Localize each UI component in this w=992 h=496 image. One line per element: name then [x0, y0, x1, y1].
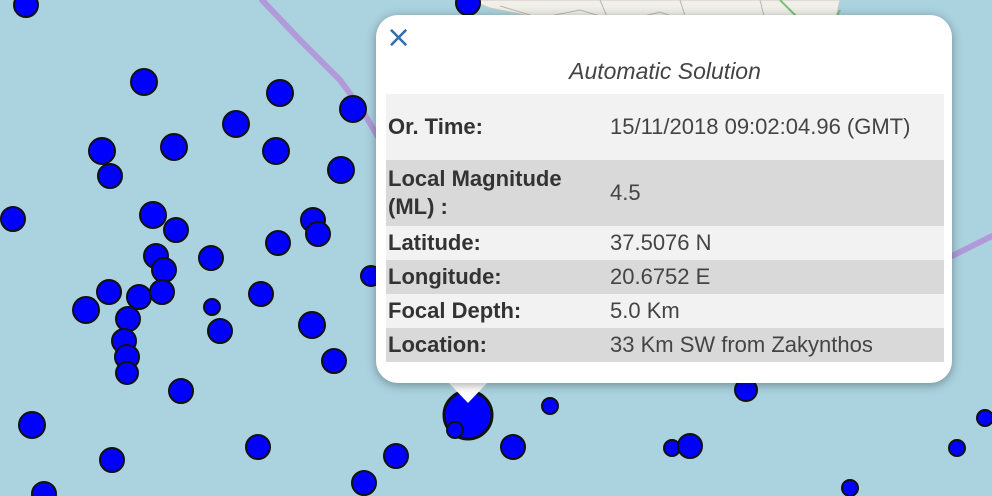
- latitude-label: Latitude:: [386, 226, 608, 260]
- table-row: Or. Time: 15/11/2018 09:02:04.96 (GMT): [386, 94, 944, 160]
- earthquake-marker[interactable]: [841, 479, 859, 496]
- focal-depth-value: 5.0 Km: [608, 294, 944, 328]
- earthquake-marker[interactable]: [446, 421, 464, 439]
- earthquake-marker[interactable]: [245, 434, 271, 460]
- location-value: 33 Km SW from Zakynthos: [608, 328, 944, 362]
- table-row: Longitude: 20.6752 E: [386, 260, 944, 294]
- earthquake-marker[interactable]: [222, 110, 250, 138]
- longitude-label: Longitude:: [386, 260, 608, 294]
- earthquake-marker[interactable]: [383, 443, 409, 469]
- origin-time-label: Or. Time:: [386, 94, 608, 160]
- earthquake-marker[interactable]: [160, 133, 188, 161]
- close-icon[interactable]: ×: [386, 23, 411, 53]
- earthquake-marker[interactable]: [88, 137, 116, 165]
- earthquake-marker[interactable]: [96, 279, 122, 305]
- earthquake-marker[interactable]: [298, 311, 326, 339]
- earthquake-marker[interactable]: [266, 79, 294, 107]
- focal-depth-label: Focal Depth:: [386, 294, 608, 328]
- earthquake-marker[interactable]: [13, 0, 39, 18]
- earthquake-marker[interactable]: [151, 257, 177, 283]
- earthquake-marker[interactable]: [163, 217, 189, 243]
- popup-title: Automatic Solution: [569, 58, 761, 84]
- earthquake-marker[interactable]: [126, 284, 152, 310]
- earthquake-marker[interactable]: [99, 447, 125, 473]
- earthquake-marker[interactable]: [115, 361, 139, 385]
- earthquake-marker[interactable]: [305, 221, 331, 247]
- latitude-value: 37.5076 N: [608, 226, 944, 260]
- earthquake-marker[interactable]: [500, 434, 526, 460]
- earthquake-marker[interactable]: [0, 206, 26, 232]
- earthquake-marker[interactable]: [207, 318, 233, 344]
- earthquake-marker[interactable]: [72, 296, 100, 324]
- earthquake-marker[interactable]: [321, 348, 347, 374]
- earthquake-marker[interactable]: [339, 95, 367, 123]
- magnitude-value: 4.5: [608, 160, 944, 226]
- earthquake-marker[interactable]: [248, 281, 274, 307]
- magnitude-label: Local Magnitude (ML) :: [386, 160, 608, 226]
- earthquake-marker[interactable]: [265, 230, 291, 256]
- earthquake-marker[interactable]: [31, 481, 57, 496]
- maritime-border-line-east: [949, 233, 992, 259]
- earthquake-marker[interactable]: [351, 470, 377, 496]
- table-row: Latitude: 37.5076 N: [386, 226, 944, 260]
- earthquake-marker[interactable]: [262, 137, 290, 165]
- event-info-table: Or. Time: 15/11/2018 09:02:04.96 (GMT) L…: [386, 94, 944, 362]
- table-row: Focal Depth: 5.0 Km: [386, 294, 944, 328]
- earthquake-marker[interactable]: [948, 439, 966, 457]
- map-canvas[interactable]: × Automatic Solution Or. Time: 15/11/201…: [0, 0, 992, 496]
- earthquake-marker[interactable]: [18, 411, 46, 439]
- earthquake-marker[interactable]: [203, 298, 221, 316]
- earthquake-marker[interactable]: [130, 68, 158, 96]
- location-label: Location:: [386, 328, 608, 362]
- earthquake-marker[interactable]: [541, 397, 559, 415]
- earthquake-marker[interactable]: [168, 378, 194, 404]
- earthquake-marker[interactable]: [976, 409, 992, 427]
- earthquake-marker[interactable]: [677, 433, 703, 459]
- earthquake-marker[interactable]: [115, 306, 141, 332]
- earthquake-marker[interactable]: [327, 156, 355, 184]
- earthquake-marker[interactable]: [97, 163, 123, 189]
- earthquake-marker[interactable]: [198, 245, 224, 271]
- earthquake-marker[interactable]: [455, 0, 481, 16]
- table-row: Local Magnitude (ML) : 4.5: [386, 160, 944, 226]
- origin-time-value: 15/11/2018 09:02:04.96 (GMT): [608, 94, 944, 160]
- earthquake-marker[interactable]: [149, 279, 175, 305]
- table-row: Location: 33 Km SW from Zakynthos: [386, 328, 944, 362]
- earthquake-marker[interactable]: [139, 201, 167, 229]
- popup-tip: [447, 381, 489, 403]
- longitude-value: 20.6752 E: [608, 260, 944, 294]
